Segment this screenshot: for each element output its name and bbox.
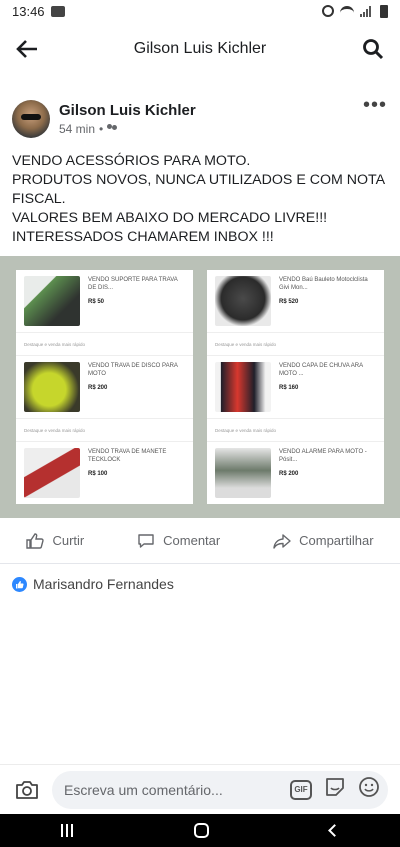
post-image[interactable]: VENDO SUPORTE PARA TRAVA DE DIS... R$ 50… — [0, 256, 400, 518]
listing-price: R$ 50 — [88, 299, 105, 305]
like-reaction-icon — [12, 576, 27, 592]
share-button[interactable]: Compartilhar — [273, 533, 374, 549]
listing-title: VENDO SUPORTE PARA TRAVA DE DIS... — [88, 277, 178, 291]
listing-item: VENDO SUPORTE PARA TRAVA DE DIS... R$ 50 — [16, 270, 193, 332]
listing-price: R$ 200 — [279, 471, 299, 477]
comment-composer: GIF — [0, 764, 400, 814]
listing-thumbnail — [24, 448, 80, 498]
post-header: Gilson Luis Kichler 54 min • ••• — [0, 76, 400, 146]
post-author-name[interactable]: Gilson Luis Kichler — [59, 102, 362, 119]
system-navigation-bar — [0, 814, 400, 847]
post-time[interactable]: 54 min — [59, 122, 95, 136]
listing-thumbnail — [24, 276, 80, 326]
friends-audience-icon — [107, 124, 119, 134]
more-options-icon[interactable]: ••• — [362, 94, 388, 117]
post-text-line: VENDO ACESSÓRIOS PARA MOTO. — [12, 153, 251, 169]
listing-separator: Destaque e venda mais rápido — [16, 332, 193, 356]
listing-item: VENDO ALARME PARA MOTO - Pósit... R$ 200 — [207, 442, 384, 504]
recent-apps-icon[interactable] — [60, 824, 73, 837]
battery-icon — [380, 4, 388, 18]
gallery-notification-icon — [50, 5, 65, 17]
listing-item: VENDO TRAVA DE DISCO PARA MOTO R$ 200 — [16, 356, 193, 418]
search-icon[interactable] — [358, 34, 388, 64]
page-title: Gilson Luis Kichler — [133, 40, 267, 57]
comment-bubble-icon — [138, 533, 154, 548]
listings-column-left: VENDO SUPORTE PARA TRAVA DE DIS... R$ 50… — [16, 270, 193, 504]
back-chevron-icon[interactable] — [328, 824, 342, 837]
author-avatar[interactable] — [12, 100, 50, 138]
reactions-summary[interactable]: Marisandro Fernandes — [0, 564, 400, 604]
meta-separator: • — [99, 122, 104, 136]
share-label: Compartilhar — [299, 533, 374, 548]
gif-icon[interactable]: GIF — [290, 779, 312, 800]
camera-icon[interactable] — [12, 775, 42, 805]
listing-thumbnail — [24, 362, 80, 412]
like-label: Curtir — [52, 533, 85, 548]
listing-thumbnail — [215, 276, 271, 326]
share-arrow-icon — [273, 533, 291, 549]
listings-column-right: VENDO Baú Bauleto Motoclclista Givi Mon.… — [207, 270, 384, 504]
signal-icon — [360, 5, 374, 17]
comment-field: GIF — [52, 770, 388, 809]
listing-price: R$ 520 — [279, 299, 299, 305]
home-icon[interactable] — [193, 823, 209, 838]
emoji-icon[interactable] — [358, 776, 380, 803]
comment-button[interactable]: Comentar — [137, 533, 220, 549]
listing-item: VENDO CAPA DE CHUVA ARA MOTO ... R$ 160 — [207, 356, 384, 418]
post-text-line: INTERESSADOS CHAMAREM INBOX !!! — [12, 229, 274, 245]
listing-separator: Destaque e venda mais rápido — [207, 418, 384, 442]
listing-price: R$ 100 — [88, 471, 108, 477]
listing-separator: Destaque e venda mais rápido — [16, 418, 193, 442]
status-time: 13:46 — [12, 3, 45, 19]
listing-separator: Destaque e venda mais rápido — [207, 332, 384, 356]
listing-title: VENDO Baú Bauleto Motoclclista Givi Mon.… — [279, 277, 368, 291]
post-text-line: PRODUTOS NOVOS, NUNCA UTILIZADOS E COM N… — [12, 172, 385, 207]
post-text: VENDO ACESSÓRIOS PARA MOTO. PRODUTOS NOV… — [0, 146, 400, 256]
wifi-icon — [340, 6, 354, 16]
reactor-name: Marisandro Fernandes — [33, 576, 174, 592]
listing-thumbnail — [215, 362, 271, 412]
listing-title: VENDO ALARME PARA MOTO - Pósit... — [279, 449, 367, 463]
alarm-icon — [322, 5, 334, 17]
app-header: Gilson Luis Kichler — [0, 22, 400, 76]
post-text-line: VALORES BEM ABAIXO DO MERCADO LIVRE!!! — [12, 210, 328, 226]
listing-title: VENDO CAPA DE CHUVA ARA MOTO ... — [279, 363, 363, 377]
listing-item: VENDO TRAVA DE MANETE TECKLOCK R$ 100 — [16, 442, 193, 504]
like-button[interactable]: Curtir — [26, 532, 85, 549]
listing-thumbnail — [215, 448, 271, 498]
sticker-icon[interactable] — [324, 776, 346, 803]
listing-item: VENDO Baú Bauleto Motoclclista Givi Mon.… — [207, 270, 384, 332]
status-bar: 13:46 — [0, 0, 400, 22]
back-arrow-icon[interactable] — [12, 34, 42, 64]
listing-price: R$ 200 — [88, 385, 108, 391]
listing-price: R$ 160 — [279, 385, 299, 391]
comment-label: Comentar — [163, 533, 221, 548]
listing-title: VENDO TRAVA DE DISCO PARA MOTO — [88, 363, 178, 377]
comment-input[interactable] — [64, 781, 290, 798]
post-action-bar: Curtir Comentar Compartilhar — [0, 518, 400, 564]
thumbs-up-icon — [26, 532, 45, 549]
listing-title: VENDO TRAVA DE MANETE TECKLOCK — [88, 449, 167, 463]
